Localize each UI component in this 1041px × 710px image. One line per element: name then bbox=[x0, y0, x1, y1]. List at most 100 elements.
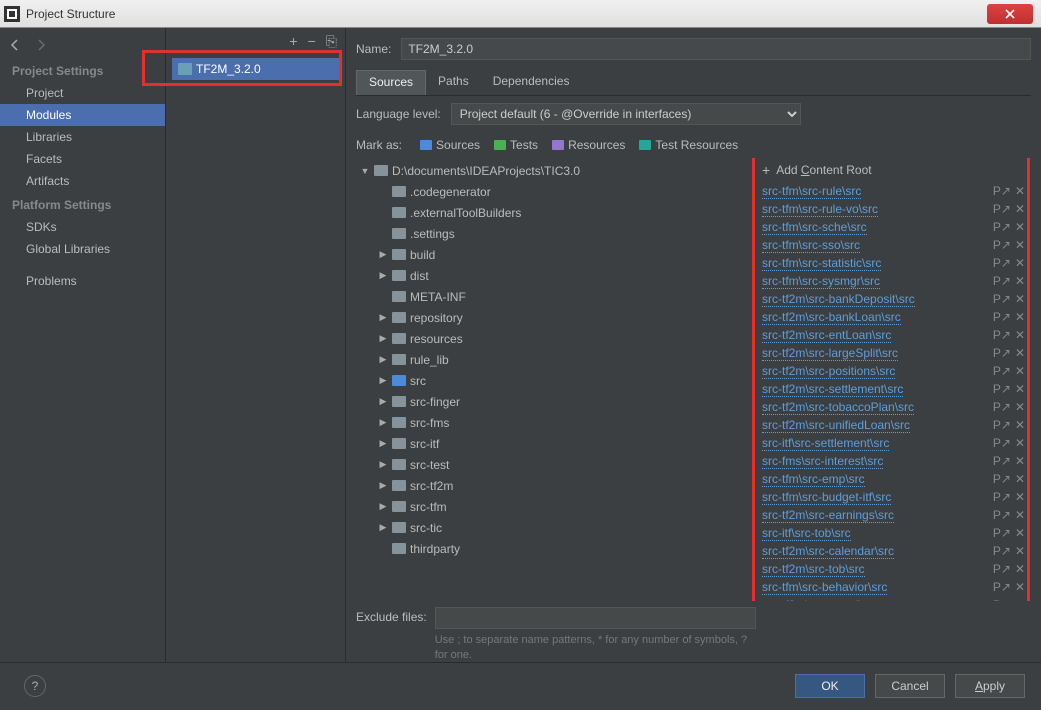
content-root-path[interactable]: src-tf2m\src-settlement\src bbox=[762, 382, 903, 397]
remove-root-icon[interactable]: ✕ bbox=[1015, 220, 1025, 234]
remove-root-icon[interactable]: ✕ bbox=[1015, 544, 1025, 558]
content-root-path[interactable]: src-tfm\src-sysmgr\src bbox=[762, 274, 880, 289]
remove-root-icon[interactable]: ✕ bbox=[1015, 346, 1025, 360]
content-root-path[interactable]: src-tf2m\src-tob\src bbox=[762, 562, 865, 577]
content-root-path[interactable]: src-tfm\src-rule\src bbox=[762, 184, 861, 199]
remove-root-icon[interactable]: ✕ bbox=[1015, 562, 1025, 576]
remove-root-icon[interactable]: ✕ bbox=[1015, 436, 1025, 450]
edit-root-icon[interactable]: P↗ bbox=[993, 328, 1011, 342]
edit-root-icon[interactable]: P↗ bbox=[993, 382, 1011, 396]
mark-tests[interactable]: Tests bbox=[494, 138, 538, 152]
module-item-selected[interactable]: TF2M_3.2.0 bbox=[172, 58, 339, 80]
tab-sources[interactable]: Sources bbox=[356, 70, 426, 95]
sidebar-item-modules[interactable]: Modules bbox=[0, 104, 165, 126]
add-module-button[interactable]: + bbox=[289, 33, 297, 49]
cancel-button[interactable]: Cancel bbox=[875, 674, 945, 698]
remove-root-icon[interactable]: ✕ bbox=[1015, 310, 1025, 324]
sidebar-item-global-libraries[interactable]: Global Libraries bbox=[0, 238, 165, 260]
edit-root-icon[interactable]: P↗ bbox=[993, 400, 1011, 414]
remove-root-icon[interactable]: ✕ bbox=[1015, 382, 1025, 396]
edit-root-icon[interactable]: P↗ bbox=[993, 580, 1011, 594]
mark-resources[interactable]: Resources bbox=[552, 138, 625, 152]
close-button[interactable] bbox=[987, 4, 1033, 24]
content-root-path[interactable]: src-itf\src-settlement\src bbox=[762, 436, 889, 451]
tree-row[interactable]: ▶src-tf2m bbox=[356, 475, 748, 496]
content-root-path[interactable]: src-tfm\src-behavior\src bbox=[762, 580, 887, 595]
edit-root-icon[interactable]: P↗ bbox=[993, 562, 1011, 576]
remove-root-icon[interactable]: ✕ bbox=[1015, 238, 1025, 252]
tree-row[interactable]: ▶dist bbox=[356, 265, 748, 286]
edit-root-icon[interactable]: P↗ bbox=[993, 310, 1011, 324]
remove-module-button[interactable]: − bbox=[308, 33, 316, 49]
content-root-path[interactable]: src-itf\src-tob\src bbox=[762, 526, 851, 541]
sidebar-item-libraries[interactable]: Libraries bbox=[0, 126, 165, 148]
remove-root-icon[interactable]: ✕ bbox=[1015, 526, 1025, 540]
tree-row[interactable]: ▶build bbox=[356, 244, 748, 265]
edit-root-icon[interactable]: P↗ bbox=[993, 472, 1011, 486]
sidebar-item-artifacts[interactable]: Artifacts bbox=[0, 170, 165, 192]
edit-root-icon[interactable]: P↗ bbox=[993, 454, 1011, 468]
remove-root-icon[interactable]: ✕ bbox=[1015, 274, 1025, 288]
content-root-path[interactable]: src-tf2m\src-entLoan\src bbox=[762, 328, 891, 343]
sidebar-item-sdks[interactable]: SDKs bbox=[0, 216, 165, 238]
add-content-root-button[interactable]: + Add Content Root bbox=[762, 162, 1025, 178]
tree-row[interactable]: ▶src bbox=[356, 370, 748, 391]
edit-root-icon[interactable]: P↗ bbox=[993, 418, 1011, 432]
remove-root-icon[interactable]: ✕ bbox=[1015, 184, 1025, 198]
remove-root-icon[interactable]: ✕ bbox=[1015, 508, 1025, 522]
remove-root-icon[interactable]: ✕ bbox=[1015, 328, 1025, 342]
edit-root-icon[interactable]: P↗ bbox=[993, 526, 1011, 540]
apply-button[interactable]: Apply bbox=[955, 674, 1025, 698]
tree-row[interactable]: META-INF bbox=[356, 286, 748, 307]
edit-root-icon[interactable]: P↗ bbox=[993, 256, 1011, 270]
tree-row[interactable]: ▶resources bbox=[356, 328, 748, 349]
source-tree[interactable]: ▼D:\documents\IDEAProjects\TIC3.0.codege… bbox=[356, 158, 748, 601]
content-root-path[interactable]: src-tf2m\src-tobaccoPlan\src bbox=[762, 400, 914, 415]
help-button[interactable]: ? bbox=[24, 675, 46, 697]
exclude-files-input[interactable] bbox=[435, 607, 756, 629]
remove-root-icon[interactable]: ✕ bbox=[1015, 418, 1025, 432]
tab-paths[interactable]: Paths bbox=[426, 70, 481, 95]
content-root-path[interactable]: src-tf2m\src-positions\src bbox=[762, 364, 895, 379]
content-root-path[interactable]: src-tfm\src-emp\src bbox=[762, 472, 865, 487]
content-root-path[interactable]: src-tfm\src-sso\src bbox=[762, 238, 860, 253]
edit-root-icon[interactable]: P↗ bbox=[993, 274, 1011, 288]
sidebar-item-project[interactable]: Project bbox=[0, 82, 165, 104]
tree-row[interactable]: ▶repository bbox=[356, 307, 748, 328]
edit-root-icon[interactable]: P↗ bbox=[993, 184, 1011, 198]
tree-row[interactable]: .codegenerator bbox=[356, 181, 748, 202]
remove-root-icon[interactable]: ✕ bbox=[1015, 202, 1025, 216]
module-name-input[interactable] bbox=[401, 38, 1031, 60]
back-button[interactable] bbox=[8, 38, 22, 55]
tree-row[interactable]: ▶src-tic bbox=[356, 517, 748, 538]
content-root-path[interactable]: src-tf2m\src-largeSplit\src bbox=[762, 346, 898, 361]
content-root-path[interactable]: src-fms\src-interest\src bbox=[762, 454, 883, 469]
forward-button[interactable] bbox=[34, 38, 48, 55]
tree-row[interactable]: ▶src-itf bbox=[356, 433, 748, 454]
mark-sources[interactable]: Sources bbox=[420, 138, 480, 152]
content-root-path[interactable]: src-tf2m\src-earnings\src bbox=[762, 508, 894, 523]
content-root-path[interactable]: src-tf2m\src-bankLoan\src bbox=[762, 310, 901, 325]
tree-row[interactable]: ▼D:\documents\IDEAProjects\TIC3.0 bbox=[356, 160, 748, 181]
language-level-select[interactable]: Project default (6 - @Override in interf… bbox=[451, 103, 801, 125]
tab-dependencies[interactable]: Dependencies bbox=[481, 70, 582, 95]
edit-root-icon[interactable]: P↗ bbox=[993, 292, 1011, 306]
content-root-path[interactable]: src-tf2m\src-unifiedLoan\src bbox=[762, 418, 910, 433]
remove-root-icon[interactable]: ✕ bbox=[1015, 490, 1025, 504]
mark-test-resources[interactable]: Test Resources bbox=[639, 138, 738, 152]
content-root-path[interactable]: src-tfm\src-budget-itf\src bbox=[762, 490, 891, 505]
ok-button[interactable]: OK bbox=[795, 674, 865, 698]
tree-row[interactable]: ▶src-test bbox=[356, 454, 748, 475]
sidebar-item-problems[interactable]: Problems bbox=[0, 270, 165, 292]
tree-row[interactable]: .externalToolBuilders bbox=[356, 202, 748, 223]
content-root-path[interactable]: src-tf2m\src-portal\src bbox=[762, 598, 878, 602]
content-root-path[interactable]: src-tfm\src-statistic\src bbox=[762, 256, 881, 271]
content-root-path[interactable]: src-tfm\src-rule-vo\src bbox=[762, 202, 878, 217]
content-root-path[interactable]: src-tf2m\src-bankDeposit\src bbox=[762, 292, 915, 307]
edit-root-icon[interactable]: P↗ bbox=[993, 436, 1011, 450]
edit-root-icon[interactable]: P↗ bbox=[993, 508, 1011, 522]
edit-root-icon[interactable]: P↗ bbox=[993, 202, 1011, 216]
edit-root-icon[interactable]: P↗ bbox=[993, 220, 1011, 234]
tree-row[interactable]: ▶src-finger bbox=[356, 391, 748, 412]
edit-root-icon[interactable]: P↗ bbox=[993, 238, 1011, 252]
